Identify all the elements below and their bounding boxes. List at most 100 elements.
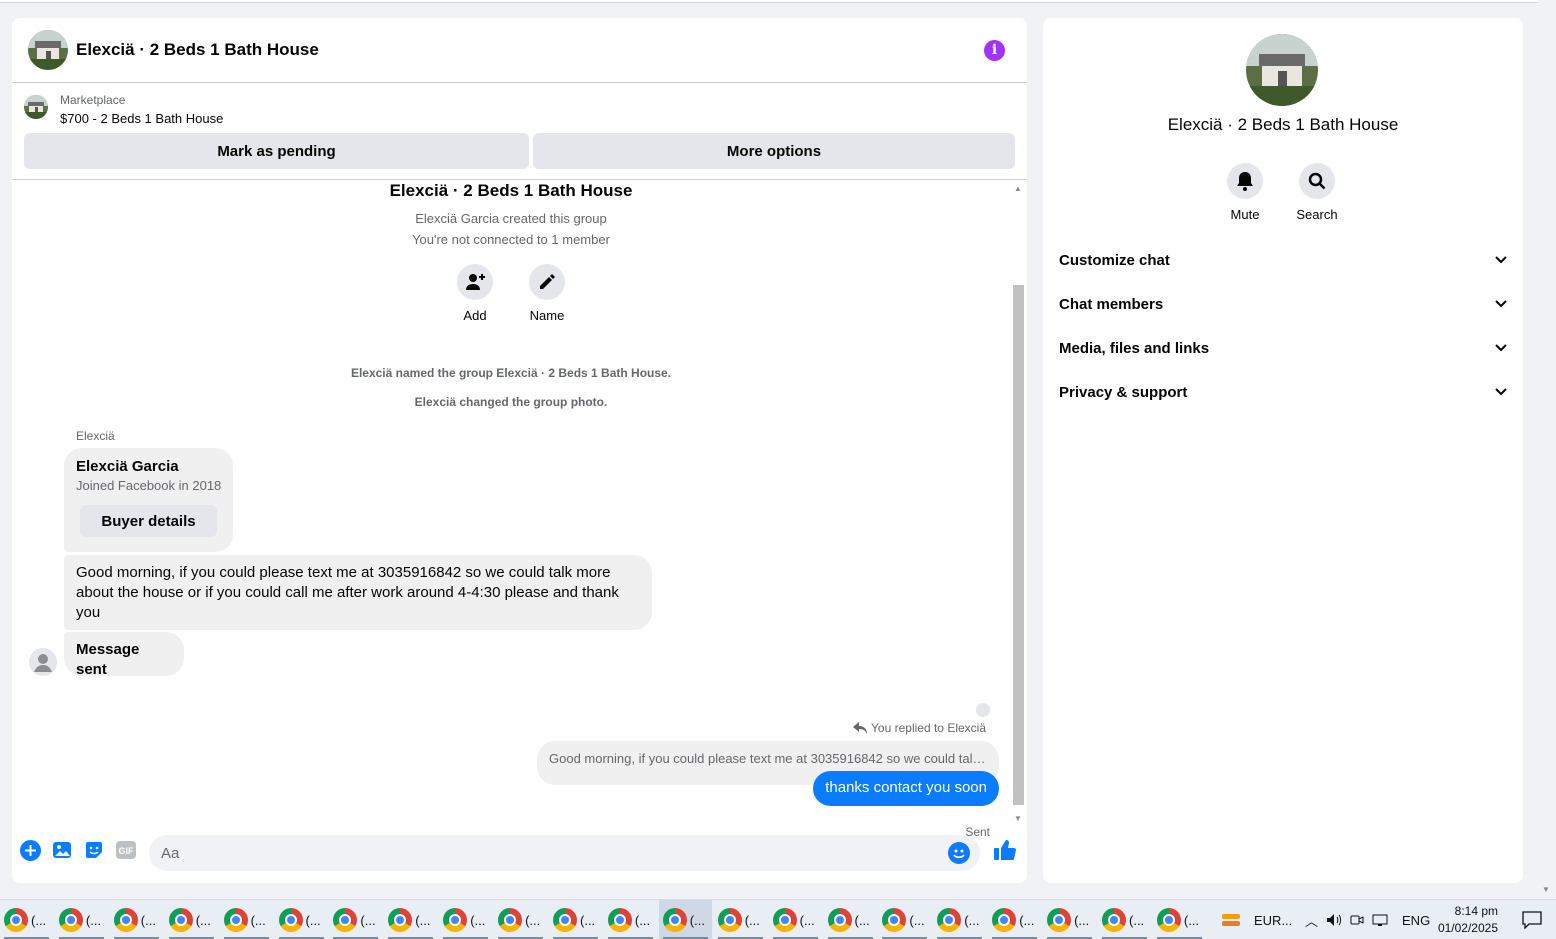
chrome-icon <box>443 908 468 932</box>
taskbar-chrome-window[interactable]: (... <box>658 900 712 939</box>
section-customize-chat[interactable]: Customize chat <box>1059 242 1507 278</box>
chrome-icon <box>168 908 193 932</box>
incoming-message-text: Good morning, if you could please text m… <box>76 564 619 621</box>
more-options-button[interactable]: More options <box>533 133 1015 169</box>
taskbar-chrome-window[interactable]: (... <box>933 900 986 939</box>
message-input[interactable] <box>149 835 909 871</box>
network-icon[interactable] <box>1372 913 1388 927</box>
gif-icon[interactable]: GIF <box>115 839 137 861</box>
chevron-up-icon[interactable]: ︿ <box>1305 911 1318 930</box>
buyer-details-button[interactable]: Buyer details <box>80 505 217 537</box>
buyer-joined: Joined Facebook in 2018 <box>76 478 222 493</box>
group-avatar[interactable] <box>28 30 68 70</box>
chrome-icon <box>553 908 577 932</box>
incoming-message-bubble[interactable]: Good morning, if you could please text m… <box>64 555 652 630</box>
notifications-icon[interactable] <box>1522 911 1542 929</box>
scrollbar-thumb[interactable] <box>1013 285 1024 805</box>
taskbar-chrome-window[interactable]: (... <box>110 900 163 939</box>
mark-as-pending-button[interactable]: Mark as pending <box>24 133 529 169</box>
details-group-avatar[interactable] <box>1246 34 1318 106</box>
taskbar-chrome-window[interactable]: (... <box>1043 900 1096 939</box>
marketplace-listing-bar: Marketplace $700 - 2 Beds 1 Bath House M… <box>12 84 1027 180</box>
listing-source: Marketplace <box>60 93 126 107</box>
taskbar-chrome-window[interactable]: (... <box>714 900 767 939</box>
section-media-files-links[interactable]: Media, files and links <box>1059 330 1507 366</box>
taskbar-chrome-window[interactable]: (... <box>329 900 382 939</box>
chrome-icon <box>113 908 138 932</box>
sticker-icon[interactable] <box>83 839 105 861</box>
taskbar-chrome-window[interactable]: (... <box>0 900 53 939</box>
page-scroll-down-arrow-icon[interactable]: ▼ <box>1542 885 1550 894</box>
add-person-icon <box>466 274 485 290</box>
sender-name: Elexciä <box>76 429 115 443</box>
taskbar-chrome-window[interactable]: (... <box>55 900 108 939</box>
taskbar-chrome-window[interactable]: (... <box>220 900 273 939</box>
message-sent-text: Message sent <box>76 641 140 678</box>
taskbar-chrome-window[interactable]: (... <box>988 900 1041 939</box>
outgoing-message-bubble[interactable]: thanks contact you soon <box>813 771 999 806</box>
svg-text:GIF: GIF <box>119 846 135 856</box>
taskbar-item-label: (... <box>250 912 266 928</box>
emoji-icon[interactable] <box>948 842 970 864</box>
taskbar-chrome-window[interactable]: (... <box>604 900 657 939</box>
taskbar-chrome-window[interactable]: (... <box>439 900 492 939</box>
add-member-button[interactable] <box>457 264 493 300</box>
like-thumbs-up-icon[interactable] <box>992 837 1018 863</box>
chrome-icon <box>1047 908 1072 932</box>
chrome-icon <box>4 908 28 932</box>
not-connected-line: You're not connected to 1 member <box>412 232 610 247</box>
volume-icon[interactable] <box>1326 913 1342 927</box>
taskbar-item-label: (... <box>909 912 925 928</box>
taskbar-chrome-window[interactable]: (... <box>824 900 877 939</box>
reply-icon <box>853 722 868 734</box>
taskbar-chrome-window[interactable]: (... <box>1098 900 1151 939</box>
taskbar-chrome-window[interactable]: (... <box>1153 900 1206 939</box>
search-button[interactable]: Search <box>1277 163 1357 222</box>
chrome-icon <box>388 908 413 932</box>
taskbar-clock[interactable]: 8:14 pm 01/02/2025 <box>1438 903 1498 937</box>
thread-group-title: Elexciä · 2 Beds 1 Bath House <box>389 181 633 200</box>
listing-thumbnail[interactable] <box>24 95 48 119</box>
name-group-button[interactable] <box>529 264 565 300</box>
sender-avatar[interactable] <box>29 648 57 676</box>
message-list[interactable]: Elexciä · 2 Beds 1 Bath House Elexciä Ga… <box>12 181 1027 839</box>
language-indicator[interactable]: ENG <box>1402 913 1430 928</box>
taskbar-item-label: (... <box>85 912 102 928</box>
listing-price[interactable]: $700 - 2 Beds 1 Bath House <box>60 111 223 126</box>
taskbar-chrome-window[interactable]: (... <box>275 900 328 939</box>
section-chat-members[interactable]: Chat members <box>1059 286 1507 322</box>
chat-title[interactable]: Elexciä · 2 Beds 1 Bath House <box>76 40 319 60</box>
scroll-up-arrow-icon[interactable]: ▲ <box>1014 184 1022 193</box>
message-sent-bubble[interactable]: Message sent <box>64 632 184 678</box>
taskbar-chrome-window[interactable]: (... <box>384 900 437 939</box>
taskbar-chrome-window[interactable]: (... <box>494 900 547 939</box>
scroll-down-arrow-icon[interactable]: ▼ <box>1014 814 1022 823</box>
photo-icon[interactable] <box>51 839 73 861</box>
chrome-icon <box>223 908 248 932</box>
taskbar-chrome-window[interactable]: (... <box>769 900 822 939</box>
taskbar-chrome-window[interactable]: (... <box>549 900 602 939</box>
taskbar-item-label: (... <box>744 912 760 928</box>
taskbar-chrome-window[interactable]: (... <box>165 900 218 939</box>
taskbar-item-label: (... <box>1183 912 1200 928</box>
messages-scrollbar[interactable]: ▲ ▼ <box>1012 181 1024 823</box>
info-icon[interactable]: i <box>984 40 1005 61</box>
section-privacy-support[interactable]: Privacy & support <box>1059 374 1507 410</box>
chrome-icon <box>717 908 742 932</box>
clock-date: 01/02/2025 <box>1437 921 1498 935</box>
mute-label: Mute <box>1230 207 1260 222</box>
chrome-icon <box>992 908 1017 932</box>
taskbar-item-label: (... <box>1129 912 1145 928</box>
chrome-icon <box>498 908 523 932</box>
taskbar-chrome-window[interactable]: (... <box>878 900 931 939</box>
taskbar-item-label: (... <box>689 912 705 928</box>
currency-widget[interactable]: EUR... <box>1220 900 1292 939</box>
taskbar-item-label: (... <box>964 912 980 928</box>
name-label: Name <box>529 308 565 323</box>
mute-button[interactable]: Mute <box>1205 163 1285 222</box>
meet-now-icon[interactable] <box>1350 913 1364 927</box>
chevron-down-icon <box>1495 388 1507 396</box>
plus-icon[interactable] <box>19 839 41 861</box>
buyer-name[interactable]: Elexciä Garcia <box>76 458 179 475</box>
taskbar-item-label: (... <box>634 912 651 928</box>
